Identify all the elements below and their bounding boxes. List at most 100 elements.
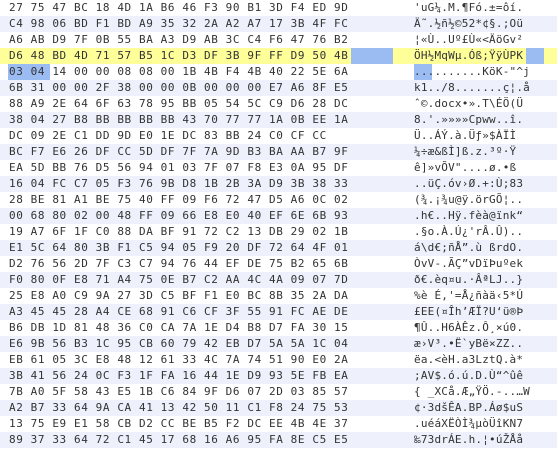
text-row[interactable]: á\d€;ñÅ”.ù ßrdO.: [401, 240, 557, 256]
text-row[interactable]: ˆ©.docx•».T\ÉÖ(Ü: [401, 96, 557, 112]
hex-bytes[interactable]: E6 9B 56 B3 1C 95 CB 60 79 42 EB D7 5A 5…: [9, 336, 348, 352]
text-chars[interactable]: %è É‚'=Å¿ñàä‹5*Ú: [414, 288, 523, 304]
hex-view[interactable]: 27 75 47 BC 18 4D 1A B6 46 F3 90 B1 3D F…: [0, 0, 401, 449]
text-row[interactable]: £EE(¤ÎhʼÆÏ?U‘ü®Þ: [401, 304, 557, 320]
hex-row[interactable]: B6 DB 1D 81 48 36 C0 CA 7A 1E D4 B8 D7 F…: [0, 320, 401, 336]
hex-row[interactable]: 25 E8 A0 C9 9A 27 3D C5 BF F1 E0 BC 8B 3…: [0, 288, 401, 304]
text-row[interactable]: .uéáXËÒÌ¾µòÜîKN7: [401, 416, 557, 432]
hex-bytes[interactable]: 3B 41 56 24 0C F3 1F FA 16 44 1E D9 93 5…: [9, 368, 348, 384]
hex-row[interactable]: 16 04 FC C7 05 F3 76 9B D8 1B 2B 3A D9 3…: [0, 176, 401, 192]
text-row[interactable]: ;AV$.ó.ú.D.Ù“^ûê: [401, 368, 557, 384]
text-row[interactable]: ..üÇ.óv›Ø.+:Ù;83: [401, 176, 557, 192]
hex-row[interactable]: E6 9B 56 B3 1C 95 CB 60 79 42 EB D7 5A 5…: [0, 336, 401, 352]
hex-bytes[interactable]: A6 AB D9 7F 0B 55 BA A3 D9 AB 3C C4 F6 4…: [9, 32, 348, 48]
text-chars[interactable]: Ä˜.½ñ½©52*¢§.;Oü: [414, 16, 523, 32]
hex-row[interactable]: A2 B7 33 64 9A CA 41 13 42 50 11 C1 F8 2…: [0, 400, 401, 416]
hex-row[interactable]: 28 BE 81 A1 BE 75 40 FF 09 F6 72 47 D5 A…: [0, 192, 401, 208]
text-chars[interactable]: ;AV$.ó.ú.D.Ù“^ûê: [414, 368, 523, 384]
hex-row[interactable]: 89 37 33 64 72 C1 45 17 68 16 A6 95 FA 8…: [0, 432, 401, 448]
hex-row[interactable]: A3 45 45 28 A4 CE 68 91 C6 CF 3F 55 91 F…: [0, 304, 401, 320]
hex-bytes[interactable]: BC F7 E6 26 DF CC 5D DF 7F 7A 9D B3 BA A…: [9, 144, 348, 160]
text-chars[interactable]: ..........KöK-"^j: [414, 64, 530, 80]
text-row[interactable]: %è É‚'=Å¿ñàä‹5*Ú: [401, 288, 557, 304]
text-chars[interactable]: 'uG¼.M.¶Fó.±=ôí.: [414, 0, 523, 16]
hex-row[interactable]: EA 5D BB 76 D5 56 94 01 03 7F 07 F8 E3 0…: [0, 160, 401, 176]
text-row[interactable]: { _XCå.Æ„ŸÖ.-..…W: [401, 384, 557, 400]
text-chars[interactable]: .§o.À.Ú¿'rÂ.Û)..: [414, 224, 523, 240]
hex-row[interactable]: 3B 41 56 24 0C F3 1F FA 16 44 1E D9 93 5…: [0, 368, 401, 384]
hex-row[interactable]: 03 04 14 00 00 08 08 00 1B 4B F4 4B 40 2…: [0, 64, 401, 80]
hex-row[interactable]: 27 75 47 BC 18 4D 1A B6 46 F3 90 B1 3D F…: [0, 0, 401, 16]
hex-bytes[interactable]: 38 04 27 B8 BB BB BB BB 43 70 77 77 1A 0…: [9, 112, 348, 128]
hex-row[interactable]: D6 48 BD 4D 71 57 B5 1C D3 DF 3B 9F FF D…: [0, 48, 401, 64]
text-row[interactable]: ÒvV-.ÃÇ”vDïÞuºek: [401, 256, 557, 272]
text-chars[interactable]: ÖH½MqWµ.Óß;ŸÿÙPK: [414, 48, 523, 64]
text-row[interactable]: k1../8.......ç¦.å: [401, 80, 557, 96]
hex-row[interactable]: C4 98 06 BD F1 BD A9 35 32 2A A2 A7 17 3…: [0, 16, 401, 32]
text-row[interactable]: ð€.èq¤u.·ÂªLJ..}: [401, 272, 557, 288]
text-row[interactable]: .§o.À.Ú¿'rÂ.Û)..: [401, 224, 557, 240]
text-row[interactable]: ÖH½MqWµ.Óß;ŸÿÙPK: [401, 48, 557, 64]
hex-row[interactable]: DC 09 2E C1 DD 9D E0 1E DC 83 BB 24 C0 C…: [0, 128, 401, 144]
text-row[interactable]: ê]»vÕV"....ø.•ß: [401, 160, 557, 176]
text-row[interactable]: .h€..Hÿ.fèà@ïnk“: [401, 208, 557, 224]
text-row[interactable]: ¶Û..H6ÀÊz.Ô¸×ú0.: [401, 320, 557, 336]
text-chars[interactable]: ð€.èq¤u.·ÂªLJ..}: [414, 272, 523, 288]
text-chars[interactable]: ¼÷æ&ßÌ]ß.z.³º·Ÿ: [414, 144, 516, 160]
hex-bytes[interactable]: A3 45 45 28 A4 CE 68 91 C6 CF 3F 55 91 F…: [9, 304, 348, 320]
hex-row[interactable]: 7B A0 5F 58 43 E5 1B C6 84 9F D6 07 2D 0…: [0, 384, 401, 400]
text-chars[interactable]: á\d€;ñÅ”.ù ßrdO.: [414, 240, 523, 256]
text-row[interactable]: ¦«Ù..Uº£Ù«<ÄöGv²: [401, 32, 557, 48]
text-chars[interactable]: æ›V³.•Ë`yBë×ZZ..: [414, 336, 523, 352]
text-chars[interactable]: { _XCå.Æ„ŸÖ.-..…W: [414, 384, 530, 400]
text-row[interactable]: Ü..ÁÝ.à.Üƒ»$ÀÏÌ: [401, 128, 557, 144]
text-row[interactable]: ¼÷æ&ßÌ]ß.z.³º·Ÿ: [401, 144, 557, 160]
text-chars[interactable]: (¾.¡¾u@ÿ.örGÕ¦..: [414, 192, 523, 208]
hex-row[interactable]: EB 61 05 3C E8 48 12 61 33 4C 7A 74 51 9…: [0, 352, 401, 368]
hex-row[interactable]: 13 75 E9 E1 58 CB D2 CC BE B5 F2 DC EE 4…: [0, 416, 401, 432]
hex-row[interactable]: E1 5C 64 80 3B F1 C5 94 05 F9 20 DF 72 6…: [0, 240, 401, 256]
text-row[interactable]: ‰73drÁE.h.¦•úŽÅå: [401, 432, 557, 448]
hex-bytes[interactable]: 7B A0 5F 58 43 E5 1B C6 84 9F D6 07 2D 0…: [9, 384, 348, 400]
text-row[interactable]: ëa.<èH.a3LztQ.à*: [401, 352, 557, 368]
hex-bytes[interactable]: 00 68 80 02 00 48 FF 09 66 E8 E0 40 EF 6…: [9, 208, 348, 224]
hex-bytes[interactable]: B6 DB 1D 81 48 36 C0 CA 7A 1E D4 B8 D7 F…: [9, 320, 348, 336]
hex-bytes[interactable]: 25 E8 A0 C9 9A 27 3D C5 BF F1 E0 BC 8B 3…: [9, 288, 348, 304]
hex-row[interactable]: A6 AB D9 7F 0B 55 BA A3 D9 AB 3C C4 F6 4…: [0, 32, 401, 48]
hex-bytes[interactable]: D2 76 56 2D 7F C3 C7 94 76 44 EF DE 75 B…: [9, 256, 348, 272]
text-view[interactable]: 'uG¼.M.¶Fó.±=ôí. Ä˜.½ñ½©52*¢§.;Oü ¦«Ù..Uº£…: [401, 0, 557, 449]
hex-bytes[interactable]: 19 A7 6F 1F C0 88 DA BF 91 72 C2 13 DB 2…: [9, 224, 348, 240]
hex-bytes[interactable]: E1 5C 64 80 3B F1 C5 94 05 F9 20 DF 72 6…: [9, 240, 348, 256]
hex-row[interactable]: 19 A7 6F 1F C0 88 DA BF 91 72 C2 13 DB 2…: [0, 224, 401, 240]
text-row[interactable]: Ä˜.½ñ½©52*¢§.;Oü: [401, 16, 557, 32]
hex-bytes[interactable]: 27 75 47 BC 18 4D 1A B6 46 F3 90 B1 3D F…: [9, 0, 348, 16]
hex-row[interactable]: 38 04 27 B8 BB BB BB BB 43 70 77 77 1A 0…: [0, 112, 401, 128]
hex-row[interactable]: F0 80 0F E8 71 A4 75 0E B7 C2 AA 4C 4A 0…: [0, 272, 401, 288]
hex-bytes[interactable]: EB 61 05 3C E8 48 12 61 33 4C 7A 74 51 9…: [9, 352, 348, 368]
hex-bytes[interactable]: D6 48 BD 4D 71 57 B5 1C D3 DF 3B 9F FF D…: [9, 48, 348, 64]
text-chars[interactable]: ‰73drÁE.h.¦•úŽÅå: [414, 432, 523, 448]
text-chars[interactable]: £EE(¤ÎhʼÆÏ?U‘ü®Þ: [414, 304, 523, 320]
hex-bytes[interactable]: F0 80 0F E8 71 A4 75 0E B7 C2 AA 4C 4A 0…: [9, 272, 348, 288]
text-row[interactable]: æ›V³.•Ë`yBë×ZZ..: [401, 336, 557, 352]
hex-row[interactable]: 88 A9 2E 64 6F 63 78 95 BB 05 54 5C C9 D…: [0, 96, 401, 112]
text-chars[interactable]: ¢·3dšÊA.BP.Áø$uS: [414, 400, 523, 416]
hex-row[interactable]: 00 68 80 02 00 48 FF 09 66 E8 E0 40 EF 6…: [0, 208, 401, 224]
text-row[interactable]: (¾.¡¾u@ÿ.örGÕ¦..: [401, 192, 557, 208]
hex-bytes[interactable]: 13 75 E9 E1 58 CB D2 CC BE B5 F2 DC EE 4…: [9, 416, 348, 432]
hex-bytes[interactable]: DC 09 2E C1 DD 9D E0 1E DC 83 BB 24 C0 C…: [9, 128, 327, 144]
text-chars[interactable]: ëa.<èH.a3LztQ.à*: [414, 352, 523, 368]
hex-bytes[interactable]: 89 37 33 64 72 C1 45 17 68 16 A6 95 FA 8…: [9, 432, 348, 448]
text-chars[interactable]: ¦«Ù..Uº£Ù«<ÄöGv²: [414, 32, 523, 48]
text-row[interactable]: ..........KöK-"^j: [401, 64, 557, 80]
hex-row[interactable]: 6B 31 00 00 2F 38 00 00 0B 00 00 00 E7 A…: [0, 80, 401, 96]
hex-bytes[interactable]: 03 04 14 00 00 08 08 00 1B 4B F4 4B 40 2…: [9, 64, 348, 80]
text-row[interactable]: 'uG¼.M.¶Fó.±=ôí.: [401, 0, 557, 16]
text-chars[interactable]: ê]»vÕV"....ø.•ß: [414, 160, 516, 176]
hex-bytes[interactable]: C4 98 06 BD F1 BD A9 35 32 2A A2 A7 17 3…: [9, 16, 348, 32]
hex-bytes[interactable]: 28 BE 81 A1 BE 75 40 FF 09 F6 72 47 D5 A…: [9, 192, 348, 208]
text-chars[interactable]: ÒvV-.ÃÇ”vDïÞuºek: [414, 256, 523, 272]
hex-bytes[interactable]: 6B 31 00 00 2F 38 00 00 0B 00 00 00 E7 A…: [9, 80, 348, 96]
hex-bytes[interactable]: 16 04 FC C7 05 F3 76 9B D8 1B 2B 3A D9 3…: [9, 176, 348, 192]
text-chars[interactable]: ¶Û..H6ÀÊz.Ô¸×ú0.: [414, 320, 523, 336]
